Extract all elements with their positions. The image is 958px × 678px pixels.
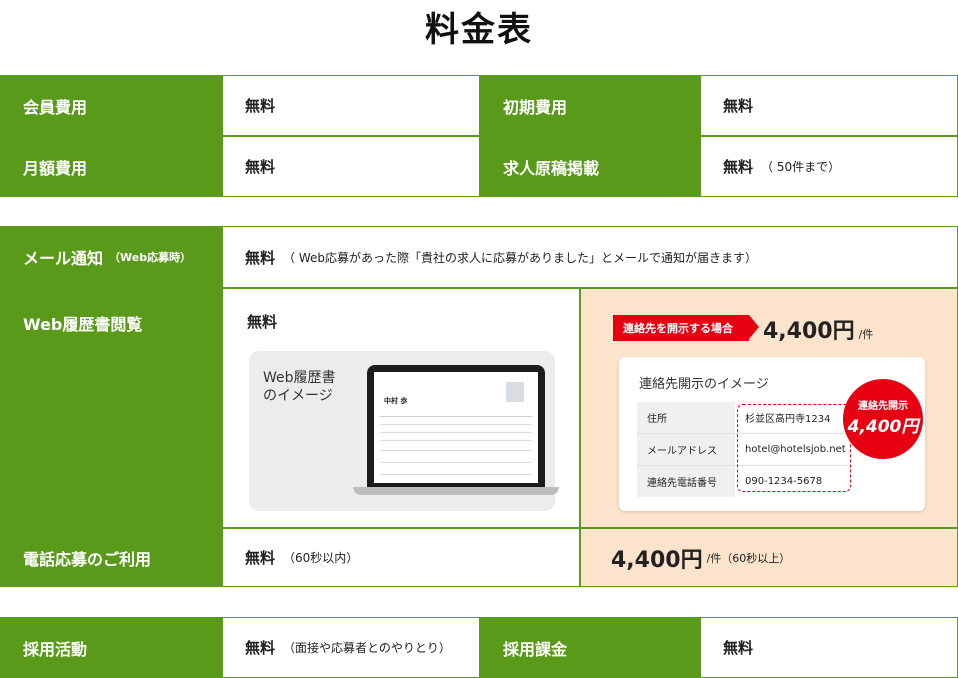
web-free-cell: 無料 Web履歴書 のイメージ 中村 歩: [222, 288, 580, 528]
fee-note: （面接や応募者とのやりとり）: [283, 641, 451, 655]
card-key: 住所: [637, 402, 735, 433]
table-row-mail: メール通知 （Web応募時） 無料 （ Web応募があった際「貴社の求人に応募が…: [0, 226, 958, 288]
mail-value: 無料 （ Web応募があった際「貴社の求人に応募がありました」とメールで通知が届…: [222, 226, 958, 288]
fee-value: 無料 （面接や応募者とのやりとり）: [222, 617, 480, 678]
fee-value-text: 無料: [723, 158, 754, 176]
phone-value-text: 無料: [245, 549, 276, 567]
fee-value-text: 無料: [245, 639, 276, 657]
bubble-price: 4,400円: [847, 417, 919, 437]
web-free-value: 無料: [247, 313, 278, 331]
avatar: [506, 382, 524, 402]
mail-note: （ Web応募があった際「貴社の求人に応募がありました」とメールで通知が届きます…: [283, 250, 757, 265]
resume-image: Web履歴書 のイメージ 中村 歩: [249, 351, 559, 511]
disclose-card: 連絡先開示のイメージ 住所 杉並区高円寺1234 メールアドレス hotel@h…: [619, 357, 925, 511]
table-row: 会員費用 無料 初期費用 無料: [0, 75, 958, 136]
price-text: 4,400円: [763, 319, 855, 344]
page-title: 料金表: [425, 10, 533, 50]
fee-value: 無料 （ 50件まで）: [700, 136, 958, 197]
table-row-phone: 電話応募のご利用 無料 （60秒以内） 4,400円/件（60秒以上）: [0, 528, 958, 587]
phone-value: 無料 （60秒以内）: [222, 528, 580, 587]
mail-value-text: 無料: [245, 248, 276, 267]
bubble-line: 連絡先開示: [858, 401, 908, 412]
fee-label: 求人原稿掲載: [480, 136, 700, 197]
price-unit: /件: [858, 328, 874, 341]
caption-line: Web履歴書: [263, 370, 336, 386]
table-row: 月額費用 無料 求人原稿掲載 無料 （ 50件まで）: [0, 136, 958, 197]
disclose-badge: 連絡先を開示する場合: [613, 315, 759, 341]
laptop-base: [353, 487, 559, 495]
fee-value: 無料: [222, 136, 480, 197]
phone-note: （60秒以内）: [283, 551, 359, 565]
fee-label: 会員費用: [0, 75, 222, 136]
laptop-screen: 中村 歩: [367, 365, 545, 487]
web-paid-cell: 連絡先を開示する場合 4,400円/件 連絡先開示のイメージ 住所 杉並区高円寺…: [580, 288, 958, 528]
price-bubble: 連絡先開示 4,400円: [843, 379, 923, 459]
table-row-web: Web履歴書閲覧 無料 Web履歴書 のイメージ 中村 歩 連絡先を開示する場合…: [0, 288, 958, 528]
phone-price-note: /件（60秒以上）: [706, 551, 791, 565]
phone-price-text: 4,400円: [611, 547, 703, 573]
mail-label: メール通知 （Web応募時）: [0, 226, 222, 288]
card-key: 連絡先電話番号: [637, 466, 735, 497]
highlight-box: [737, 404, 851, 492]
fee-value: 無料: [700, 617, 958, 678]
mail-label-text: メール通知: [23, 249, 104, 268]
mail-label-note: （Web応募時）: [109, 251, 192, 264]
caption-line: のイメージ: [263, 388, 333, 404]
disclose-badge-text: 連絡先を開示する場合: [613, 315, 759, 341]
fee-label: 採用課金: [480, 617, 700, 678]
web-label: Web履歴書閲覧: [0, 288, 222, 528]
fee-label: 採用活動: [0, 617, 222, 678]
resume-image-caption: Web履歴書 のイメージ: [263, 369, 336, 405]
web-price: 4,400円/件: [763, 313, 873, 345]
phone-price: 4,400円/件（60秒以上）: [580, 528, 958, 587]
phone-label: 電話応募のご利用: [0, 528, 222, 587]
fee-value-text: 無料: [723, 97, 754, 115]
resume-screen: 中村 歩: [374, 372, 538, 483]
fee-label: 月額費用: [0, 136, 222, 197]
table-row: 採用活動 無料 （面接や応募者とのやりとり） 採用課金 無料: [0, 617, 958, 678]
fee-note: （ 50件まで）: [761, 160, 841, 174]
fee-value: 無料: [700, 75, 958, 136]
fee-label: 初期費用: [480, 75, 700, 136]
card-title: 連絡先開示のイメージ: [639, 377, 769, 392]
fee-value: 無料: [222, 75, 480, 136]
resume-name: 中村 歩: [384, 397, 408, 405]
card-key: メールアドレス: [637, 434, 735, 465]
